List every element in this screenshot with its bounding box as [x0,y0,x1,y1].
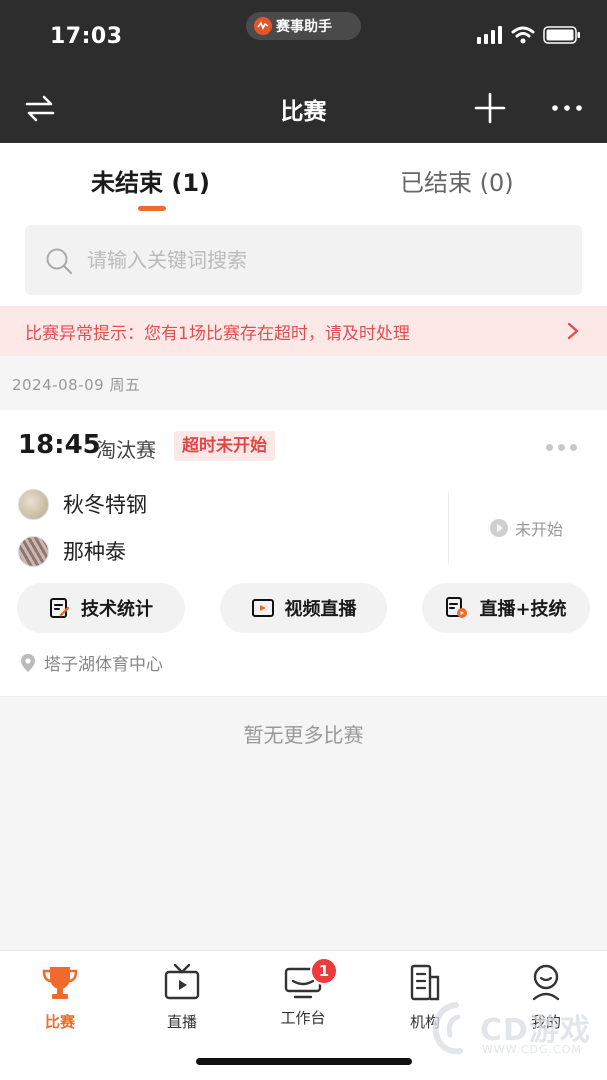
date-header: 2024-08-09 周五 [12,376,141,394]
live-and-stats-label: 直播+技统 [479,599,567,620]
search-box[interactable] [25,225,582,295]
status-bar: 17:03 赛事助手 [0,0,607,72]
watermark: CD游戏 WWW.CDG.COM [428,995,598,1065]
tab-unfinished[interactable]: 未结束 (1) [91,163,210,198]
video-live-button[interactable]: 视频直播 [220,583,387,633]
watermark-logo-icon [432,1002,463,1055]
tech-stats-label: 技术统计 [81,599,153,620]
home-indicator[interactable] [196,1058,412,1065]
notification-badge: 1 [310,957,338,985]
status-icons [477,26,581,44]
status-badge: 超时未开始 [174,431,275,461]
tv-icon [164,963,200,1000]
search-input[interactable] [87,225,567,295]
avatar [18,535,49,567]
player-row: 秋冬特钢 [18,488,147,520]
edit-stats-icon [50,598,70,618]
match-tabs: 未结束 (1) 已结束 (0) [0,143,607,219]
match-time: 18:45 [18,430,101,460]
add-icon[interactable] [474,92,506,124]
search-section [0,219,607,306]
app-indicator-label: 赛事助手 [276,19,332,35]
cellular-signal-icon [477,26,502,44]
player-name: 秋冬特钢 [63,493,147,517]
match-round: 淘汰赛 [96,438,156,462]
card-more-icon[interactable] [546,444,577,451]
venue-name: 塔子湖体育中心 [44,655,163,675]
app-logo-icon [254,17,272,35]
player-row: 那种泰 [18,535,126,567]
video-camera-icon [251,599,274,617]
tab-live-label: 直播 [166,1013,197,1031]
workbench-icon-wrap: 1 [283,957,338,1003]
player-name: 那种泰 [63,540,126,564]
tab-match[interactable]: 比赛 [10,963,110,1032]
app-indicator-pill[interactable]: 赛事助手 [246,12,361,40]
tab-live[interactable]: 直播 [132,963,232,1032]
tab-match-label: 比赛 [44,1013,75,1031]
tech-stats-button[interactable]: 技术统计 [17,583,185,633]
tab-workbench[interactable]: 1 工作台 [253,957,353,1028]
watermark-url: WWW.CDG.COM [482,1043,582,1056]
battery-icon [543,26,580,44]
wifi-icon [511,26,535,44]
trophy-icon [42,967,78,999]
tab-finished[interactable]: 已结束 (0) [400,163,514,198]
active-tab-indicator [138,206,166,211]
tab-workbench-label: 工作台 [280,1009,326,1027]
page-title: 比赛 [280,99,327,125]
play-circle-icon [490,519,508,537]
alert-text: 比赛异常提示：您有1场比赛存在超时，请及时处理 [25,324,410,344]
timeout-alert-banner[interactable]: 比赛异常提示：您有1场比赛存在超时，请及时处理 [0,306,607,356]
search-icon [46,248,73,275]
venue-row: 塔子湖体育中心 [20,650,163,675]
live-and-stats-button[interactable]: 直播+技统 [422,583,590,633]
match-status: 未开始 [489,516,563,540]
more-icon[interactable] [550,92,584,124]
divider [448,492,449,564]
chevron-right-icon [567,322,579,340]
match-status-label: 未开始 [515,520,564,539]
video-live-label: 视频直播 [284,599,357,620]
avatar [18,488,49,520]
live-stats-icon [446,597,468,618]
match-card[interactable]: 18:45 淘汰赛 超时未开始 秋冬特钢 那种泰 未开始 技术统计 视频直播 直… [0,410,607,697]
no-more-matches-text: 暂无更多比赛 [243,723,364,747]
nav-bar: 比赛 [0,72,607,143]
status-time: 17:03 [50,24,123,49]
location-pin-icon [21,653,35,672]
